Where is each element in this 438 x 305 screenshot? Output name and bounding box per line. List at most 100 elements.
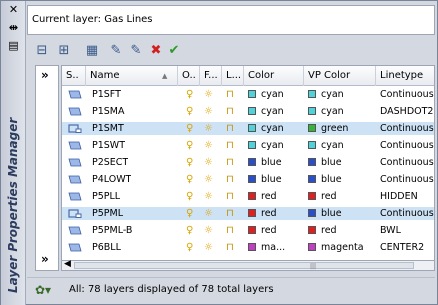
column-header-3[interactable]: F... — [200, 66, 222, 86]
on-off-bulb-icon[interactable]: ♀ — [186, 105, 193, 118]
layer-name: P1SWT — [92, 140, 125, 151]
on-off-bulb-icon[interactable]: ♀ — [186, 88, 193, 101]
vp-color[interactable]: magenta — [308, 241, 364, 254]
vp-color[interactable]: cyan — [308, 139, 344, 152]
layer-row[interactable]: P5PLL ♀ ☼ ⊓ red red HIDDEN — [62, 190, 434, 203]
freeze-sun-icon[interactable]: ☼ — [204, 173, 213, 186]
layer-color[interactable]: red — [248, 190, 277, 203]
current-layer-bar: Current layer: Gas Lines — [27, 5, 435, 35]
new-layer-icon[interactable]: ✎ — [107, 41, 125, 59]
lock-icon[interactable]: ⊓ — [226, 88, 234, 101]
vp-color[interactable]: blue — [308, 156, 342, 169]
layer-color[interactable]: red — [248, 224, 277, 237]
vp-color-swatch — [308, 192, 316, 200]
lock-icon[interactable]: ⊓ — [226, 207, 234, 220]
vp-color[interactable]: red — [308, 224, 337, 237]
column-header-5[interactable]: Color — [244, 66, 304, 86]
new-group-filter-icon[interactable]: ⊞ — [55, 41, 73, 59]
vp-color-swatch — [308, 243, 316, 251]
filter-status-icon[interactable]: ✿▾ — [35, 283, 51, 297]
layer-row[interactable]: P5PML ♀ ☼ ⊓ red blue Continuous — [62, 207, 434, 220]
filter-tree-pane[interactable]: » » — [35, 65, 59, 271]
freeze-sun-icon[interactable]: ☼ — [204, 139, 213, 152]
layer-row[interactable]: P5PML-B ♀ ☼ ⊓ red red BWL — [62, 224, 434, 237]
freeze-sun-icon[interactable]: ☼ — [204, 190, 213, 203]
on-off-bulb-icon[interactable]: ♀ — [186, 156, 193, 169]
expand-filter-tree-icon[interactable]: » — [41, 68, 49, 82]
column-header-0[interactable]: S.. — [62, 66, 86, 86]
collapse-filter-tree-icon[interactable]: » — [41, 252, 49, 266]
linetype[interactable]: Continuous — [380, 122, 434, 135]
layer-color[interactable]: red — [248, 207, 277, 220]
layer-color[interactable]: ma... — [248, 241, 285, 254]
vp-color[interactable]: green — [308, 122, 348, 135]
scroll-left-icon[interactable]: ◀ — [64, 259, 71, 269]
freeze-sun-icon[interactable]: ☼ — [204, 241, 213, 254]
set-current-icon[interactable]: ✔ — [165, 41, 183, 59]
column-header-2[interactable]: O.. — [178, 66, 200, 86]
new-property-filter-icon[interactable]: ⊟ — [33, 41, 51, 59]
layer-row[interactable]: P1SMT ♀ ☼ ⊓ cyan green Continuous — [62, 122, 434, 135]
linetype[interactable]: DASHDOT2 — [380, 105, 434, 118]
on-off-bulb-icon[interactable]: ♀ — [186, 190, 193, 203]
lock-icon[interactable]: ⊓ — [226, 139, 234, 152]
layer-color[interactable]: blue — [248, 156, 282, 169]
lock-icon[interactable]: ⊓ — [226, 224, 234, 237]
vp-color[interactable]: blue — [308, 173, 342, 186]
palette-title-strip[interactable]: ✕ ⇹ ▤ Layer Properties Manager — [1, 1, 26, 305]
vp-color[interactable]: blue — [308, 207, 342, 220]
layer-color[interactable]: blue — [248, 173, 282, 186]
on-off-bulb-icon[interactable]: ♀ — [186, 139, 193, 152]
on-off-bulb-icon[interactable]: ♀ — [186, 173, 193, 186]
layer-row[interactable]: P1SFT ♀ ☼ ⊓ cyan cyan Continuous — [62, 88, 434, 101]
layer-row[interactable]: P1SWT ♀ ☼ ⊓ cyan cyan Continuous — [62, 139, 434, 152]
on-off-bulb-icon[interactable]: ♀ — [186, 207, 193, 220]
delete-layer-icon[interactable]: ✖ — [147, 41, 165, 59]
horizontal-scrollbar[interactable]: ◀ ||| — [61, 259, 435, 271]
on-off-bulb-icon[interactable]: ♀ — [186, 122, 193, 135]
column-header-4[interactable]: L... — [222, 66, 244, 86]
on-off-bulb-icon[interactable]: ♀ — [186, 224, 193, 237]
lock-icon[interactable]: ⊓ — [226, 105, 234, 118]
lock-icon[interactable]: ⊓ — [226, 190, 234, 203]
layer-color[interactable]: cyan — [248, 139, 284, 152]
freeze-sun-icon[interactable]: ☼ — [204, 224, 213, 237]
linetype[interactable]: CENTER2 — [380, 241, 434, 254]
layer-row[interactable]: P4LOWT ♀ ☼ ⊓ blue blue Continuous — [62, 173, 434, 186]
layer-row[interactable]: P2SECT ♀ ☼ ⊓ blue blue Continuous — [62, 156, 434, 169]
vp-color[interactable]: cyan — [308, 105, 344, 118]
new-layer-vp-frozen-icon[interactable]: ✎ — [127, 41, 145, 59]
lock-icon[interactable]: ⊓ — [226, 241, 234, 254]
vp-color[interactable]: cyan — [308, 88, 344, 101]
layer-color[interactable]: cyan — [248, 88, 284, 101]
freeze-sun-icon[interactable]: ☼ — [204, 207, 213, 220]
scrollbar-thumb[interactable]: ||| — [74, 262, 414, 270]
linetype[interactable]: Continuous — [380, 156, 434, 169]
layer-row[interactable]: P6BLL ♀ ☼ ⊓ ma... magenta CENTER2 — [62, 241, 434, 254]
lock-icon[interactable]: ⊓ — [226, 122, 234, 135]
linetype[interactable]: Continuous — [380, 173, 434, 186]
freeze-sun-icon[interactable]: ☼ — [204, 156, 213, 169]
layer-row[interactable]: P1SMA ♀ ☼ ⊓ cyan cyan DASHDOT2 — [62, 105, 434, 118]
color-swatch — [248, 226, 256, 234]
on-off-bulb-icon[interactable]: ♀ — [186, 241, 193, 254]
linetype[interactable]: Continuous — [380, 139, 434, 152]
column-header-6[interactable]: VP Color — [304, 66, 376, 86]
lock-icon[interactable]: ⊓ — [226, 156, 234, 169]
lock-icon[interactable]: ⊓ — [226, 173, 234, 186]
linetype[interactable]: BWL — [380, 224, 434, 237]
color-name: red — [261, 225, 277, 236]
layer-color[interactable]: cyan — [248, 105, 284, 118]
vp-color-name: green — [321, 123, 349, 134]
vp-color[interactable]: red — [308, 190, 337, 203]
freeze-sun-icon[interactable]: ☼ — [204, 88, 213, 101]
linetype[interactable]: Continuous — [380, 88, 434, 101]
layer-states-manager-icon[interactable]: ▦ — [83, 41, 101, 59]
freeze-sun-icon[interactable]: ☼ — [204, 122, 213, 135]
column-header-7[interactable]: Linetype — [376, 66, 434, 86]
linetype[interactable]: Continuous — [380, 207, 434, 220]
linetype[interactable]: HIDDEN — [380, 190, 434, 203]
freeze-sun-icon[interactable]: ☼ — [204, 105, 213, 118]
layer-color[interactable]: cyan — [248, 122, 284, 135]
vp-color-swatch — [308, 141, 316, 149]
